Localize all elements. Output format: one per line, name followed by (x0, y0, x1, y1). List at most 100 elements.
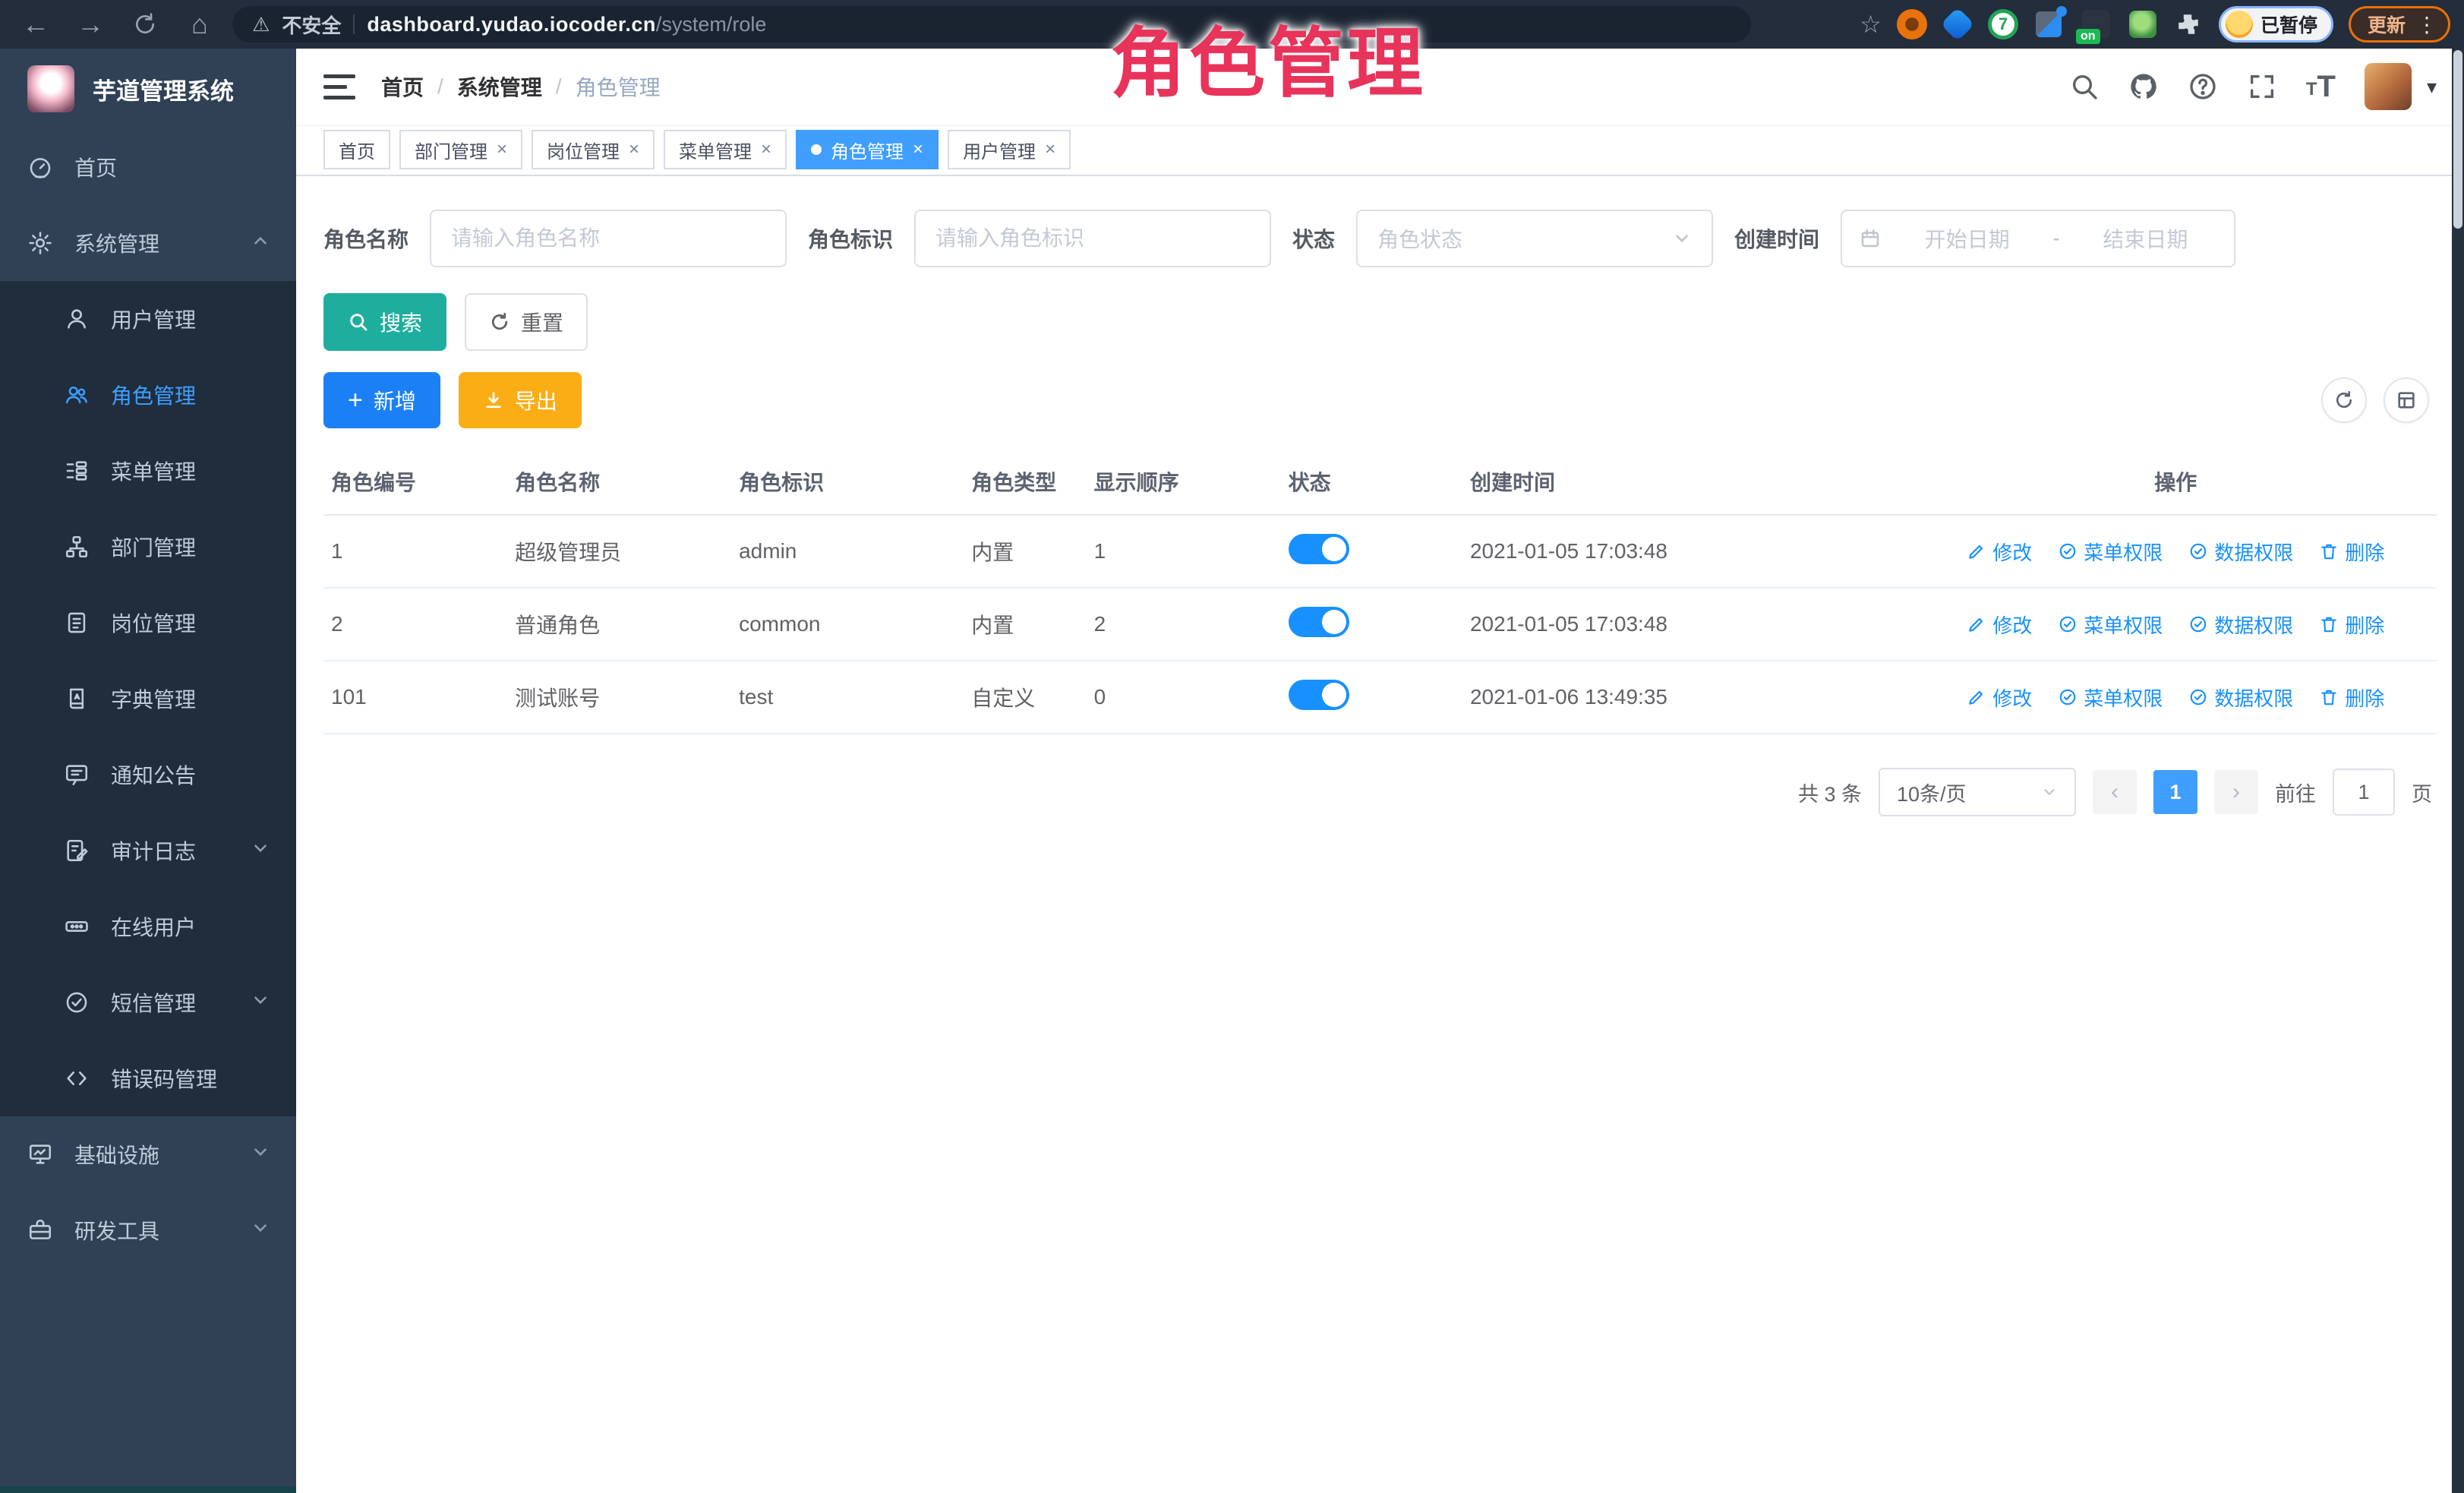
tag-departments[interactable]: 部门管理× (399, 130, 522, 169)
delete-link[interactable]: 删除 (2319, 611, 2384, 639)
tag-posts[interactable]: 岗位管理× (532, 130, 655, 169)
delete-link[interactable]: 删除 (2319, 683, 2384, 712)
refresh-icon[interactable] (2321, 377, 2367, 423)
status-select[interactable]: 角色状态 (1356, 210, 1713, 267)
sidebar-item-sms[interactable]: 短信管理 (0, 964, 296, 1040)
breadcrumb-current: 角色管理 (576, 71, 661, 102)
sidebar-item-users[interactable]: 用户管理 (0, 281, 296, 357)
font-size-icon[interactable]: TT (2306, 73, 2336, 100)
tag-label: 首页 (339, 137, 375, 163)
browser-forward-icon[interactable]: → (68, 5, 112, 44)
end-date-placeholder[interactable]: 结束日期 (2074, 223, 2217, 254)
goto-page-input[interactable] (2333, 769, 2395, 816)
tag-users[interactable]: 用户管理× (948, 130, 1071, 169)
sidebar-item-dev-tools[interactable]: 研发工具 (0, 1192, 296, 1268)
sidebar-item-departments[interactable]: 部门管理 (0, 509, 296, 585)
menu-permission-link[interactable]: 菜单权限 (2058, 538, 2163, 566)
browser-back-icon[interactable]: ← (14, 5, 58, 44)
hamburger-icon[interactable] (323, 74, 355, 99)
cell-role-key: test (731, 661, 964, 734)
status-toggle[interactable] (1289, 607, 1349, 637)
breadcrumb-system[interactable]: 系统管理 (457, 71, 542, 102)
user-avatar[interactable] (2365, 63, 2412, 110)
delete-link[interactable]: 删除 (2319, 538, 2384, 566)
menu-permission-link[interactable]: 菜单权限 (2058, 611, 2163, 639)
page-number-1[interactable]: 1 (2153, 770, 2197, 814)
sidebar-item-posts[interactable]: 岗位管理 (0, 585, 296, 661)
sidebar-item-roles[interactable]: 角色管理 (0, 357, 296, 433)
tag-home[interactable]: 首页 (323, 130, 390, 169)
sidebar-item-label: 首页 (74, 152, 117, 182)
help-icon[interactable] (2188, 71, 2218, 102)
page-size-select[interactable]: 10条/页 (1879, 768, 2076, 816)
close-icon[interactable]: × (913, 139, 923, 160)
search-icon[interactable] (2069, 71, 2100, 102)
role-name-input[interactable] (430, 210, 787, 267)
scrollbar-thumb[interactable] (2453, 50, 2462, 229)
data-permission-link[interactable]: 数据权限 (2188, 611, 2293, 639)
caret-down-icon[interactable]: ▾ (2427, 75, 2437, 99)
status-toggle[interactable] (1289, 534, 1349, 564)
export-button[interactable]: 导出 (459, 372, 582, 428)
close-icon[interactable]: × (1045, 139, 1055, 160)
add-button[interactable]: + 新增 (323, 372, 440, 428)
close-icon[interactable]: × (497, 139, 507, 160)
profile-paused-label: 已暂停 (2261, 11, 2317, 38)
extensions-puzzle-icon[interactable] (2173, 9, 2204, 39)
extension-icon-grid[interactable] (2033, 9, 2064, 39)
sidebar-item-online-users[interactable]: 在线用户 (0, 889, 296, 964)
sidebar-item-infrastructure[interactable]: 基础设施 (0, 1116, 296, 1192)
data-permission-link[interactable]: 数据权限 (2188, 683, 2293, 712)
sidebar-item-label: 研发工具 (74, 1215, 159, 1245)
start-date-placeholder[interactable]: 开始日期 (1895, 223, 2039, 254)
browser-scrollbar[interactable] (2452, 49, 2464, 1493)
sidebar-item-audit-log[interactable]: 审计日志 (0, 813, 296, 889)
sidebar-item-notice[interactable]: 通知公告 (0, 737, 296, 813)
edit-link[interactable]: 修改 (1967, 683, 2032, 712)
search-button[interactable]: 搜索 (323, 293, 446, 351)
date-range-picker[interactable]: 开始日期 - 结束日期 (1841, 210, 2235, 267)
reset-button[interactable]: 重置 (465, 293, 588, 351)
browser-update-button[interactable]: 更新 ⋮ (2349, 6, 2450, 43)
column-settings-icon[interactable] (2384, 377, 2429, 423)
extension-icon-progress[interactable]: 7 (1988, 9, 2018, 39)
extension-icon-orange[interactable] (1897, 9, 1927, 39)
status-toggle[interactable] (1289, 680, 1349, 710)
sidebar-item-menus[interactable]: 菜单管理 (0, 433, 296, 509)
github-icon[interactable] (2128, 71, 2159, 102)
profile-paused-chip[interactable]: 已暂停 (2219, 6, 2333, 43)
kebab-menu-icon[interactable]: ⋮ (2416, 12, 2437, 37)
sidebar-item-error-codes[interactable]: 错误码管理 (0, 1040, 296, 1116)
extension-icon-green[interactable] (2128, 9, 2158, 39)
right-toolbar (2321, 377, 2429, 423)
edit-link[interactable]: 修改 (1967, 538, 2032, 566)
app-logo-row[interactable]: 芋道管理系统 (0, 49, 296, 129)
next-page-button[interactable]: › (2214, 770, 2258, 814)
table-row: 2 普通角色 common 内置 2 2021-01-05 17:03:48 修… (323, 588, 2437, 661)
breadcrumb-home[interactable]: 首页 (381, 71, 424, 102)
range-separator: - (2052, 226, 2059, 251)
tag-menus[interactable]: 菜单管理× (664, 130, 787, 169)
extension-icon-gem[interactable] (1942, 9, 1973, 39)
browser-reload-icon[interactable] (123, 5, 167, 44)
fullscreen-icon[interactable] (2247, 71, 2277, 102)
sidebar-item-system[interactable]: 系统管理 (0, 205, 296, 281)
sidebar-item-dict[interactable]: 字典管理 (0, 661, 296, 737)
browser-home-icon[interactable]: ⌂ (178, 5, 222, 44)
annotation-overlay: 角色管理 (1110, 2, 1426, 112)
address-bar[interactable]: ⚠ 不安全 dashboard.yudao.iocoder.cn/system/… (232, 6, 1751, 43)
bookmark-star-icon[interactable]: ☆ (1860, 10, 1882, 39)
tag-roles-active[interactable]: 角色管理× (796, 130, 939, 169)
sidebar-item-label: 角色管理 (111, 380, 196, 410)
data-permission-link[interactable]: 数据权限 (2188, 538, 2293, 566)
sidebar-item-home[interactable]: 首页 (0, 129, 296, 205)
security-warning-icon: ⚠ (252, 13, 270, 36)
prev-page-button[interactable]: ‹ (2093, 770, 2137, 814)
close-icon[interactable]: × (629, 139, 639, 160)
extension-icon-dark[interactable]: on (2079, 9, 2112, 39)
role-key-input[interactable] (914, 210, 1271, 267)
close-icon[interactable]: × (761, 139, 771, 160)
menu-permission-link[interactable]: 菜单权限 (2058, 683, 2163, 712)
edit-link[interactable]: 修改 (1967, 611, 2032, 639)
chevron-down-icon (251, 1142, 270, 1167)
